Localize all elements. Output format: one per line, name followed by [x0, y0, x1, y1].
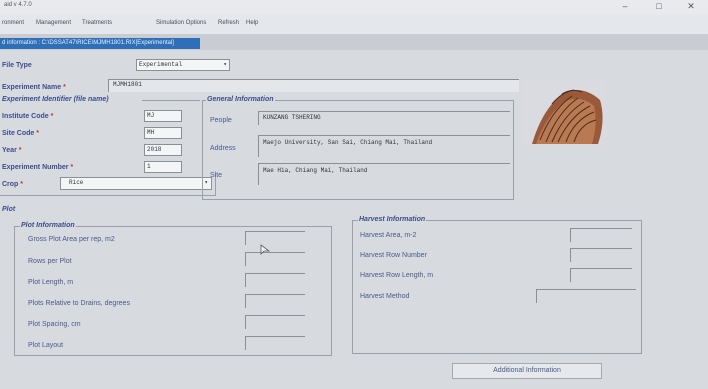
plot-spacing-input[interactable] [245, 315, 305, 329]
harvest-area-input[interactable] [570, 228, 632, 242]
site-field[interactable]: Mae Hia, Chiang Mai, Thailand [258, 163, 510, 185]
title-bar [0, 0, 708, 14]
harvest-row-number-input[interactable] [570, 248, 632, 262]
harvest-row-number-label: Harvest Row Number [360, 252, 427, 259]
harvest-area-label: Harvest Area, m-2 [360, 232, 417, 239]
experiment-name-label: Experiment Name * [2, 84, 66, 91]
plot-length-input[interactable] [245, 273, 305, 287]
plots-relative-drains-input[interactable] [245, 294, 305, 308]
menu-management[interactable]: Management [36, 20, 71, 26]
window-title: aid v 4.7.0 [4, 2, 32, 8]
close-button[interactable]: ✕ [680, 0, 702, 14]
menu-treatments[interactable]: Treatments [82, 20, 112, 26]
identifier-heading: Experiment Identifier (file name) [2, 96, 109, 103]
file-path: d information : C:\DSSAT47\RICE\MJMH1801… [2, 40, 174, 46]
menu-refresh[interactable]: Refresh [218, 20, 239, 26]
menu-help[interactable]: Help [246, 20, 258, 26]
harvest-method-label: Harvest Method [360, 293, 410, 300]
rows-per-plot-label: Rows per Plot [28, 258, 72, 265]
people-value: KUNZANG TSHERING [263, 114, 321, 121]
people-field[interactable]: KUNZANG TSHERING [258, 111, 510, 125]
plot-length-label: Plot Length, m [28, 279, 74, 286]
identifier-group-border [0, 172, 216, 196]
institute-code-input[interactable]: MJ [144, 110, 182, 122]
harvest-method-input[interactable] [536, 289, 636, 303]
experiment-name-value: MJMH1801 [113, 81, 142, 88]
site-code-input[interactable]: MH [144, 127, 182, 139]
identifier-divider [142, 100, 200, 101]
plot-layout-input[interactable] [245, 336, 305, 350]
file-type-value: Experimental [139, 61, 183, 68]
gross-plot-area-input[interactable] [245, 231, 305, 245]
file-type-label: File Type [2, 62, 32, 69]
plot-layout-label: Plot Layout [28, 342, 64, 349]
file-type-select[interactable]: Experimental ▾ [136, 59, 230, 71]
harvest-row-length-label: Harvest Row Length, m [360, 272, 434, 279]
gross-plot-area-label: Gross Plot Area per rep, m2 [28, 236, 115, 243]
rows-per-plot-input[interactable] [245, 252, 305, 266]
additional-information-button[interactable]: Additional Information [452, 363, 602, 379]
people-label: People [210, 117, 232, 124]
rice-crop-image [522, 80, 606, 144]
site-code-label: Site Code * [2, 130, 39, 137]
plot-info-heading: Plot Information [20, 222, 76, 229]
site-label: Site [210, 172, 223, 179]
plot-section-label: Plot [2, 206, 16, 213]
menu-simulation-options[interactable]: Simulation Options [156, 20, 206, 26]
year-label: Year * [2, 147, 22, 154]
general-info-heading: General Information [206, 96, 275, 103]
harvest-row-length-input[interactable] [570, 268, 632, 282]
year-input[interactable]: 2018 [144, 144, 182, 156]
chevron-down-icon: ▾ [223, 61, 227, 68]
mouse-cursor-icon [260, 244, 271, 255]
address-field[interactable]: Maejo University, San Sai, Chiang Mai, T… [258, 135, 510, 157]
maximize-button[interactable]: □ [648, 0, 670, 14]
plot-spacing-label: Plot Spacing, cm [28, 321, 81, 328]
harvest-info-heading: Harvest Information [358, 216, 427, 223]
experiment-name-field[interactable]: MJMH1801 [108, 79, 519, 92]
address-value: Maejo University, San Sai, Chiang Mai, T… [263, 139, 433, 146]
address-label: Address [210, 145, 236, 152]
plots-relative-drains-label: Plots Relative to Drains, degrees [28, 300, 130, 307]
site-value: Mae Hia, Chiang Mai, Thailand [263, 167, 368, 174]
institute-code-label: Institute Code * [2, 113, 54, 120]
experiment-number-label: Experiment Number * [2, 164, 74, 171]
minimize-button[interactable]: – [614, 0, 636, 14]
menu-environment[interactable]: ronment [2, 20, 24, 26]
